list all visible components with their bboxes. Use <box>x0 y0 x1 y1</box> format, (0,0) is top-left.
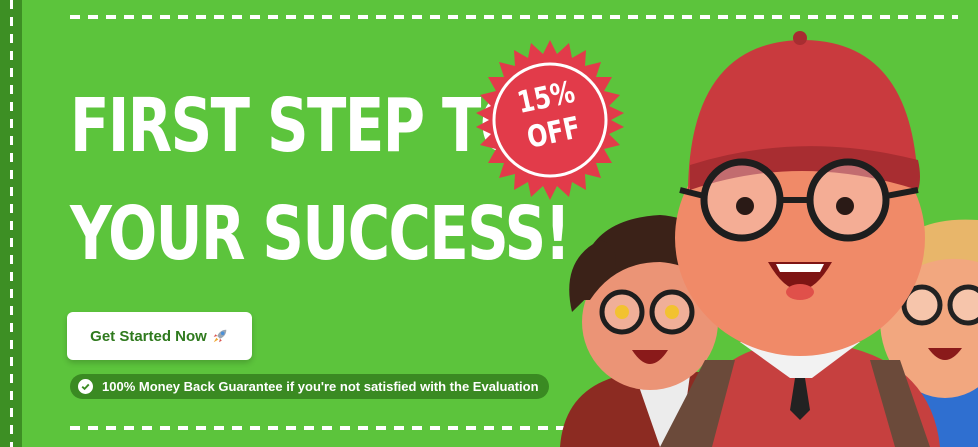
get-started-button[interactable]: Get Started Now <box>67 312 252 360</box>
money-back-guarantee: 100% Money Back Guarantee if you're not … <box>70 374 549 399</box>
guarantee-text: 100% Money Back Guarantee if you're not … <box>102 379 539 394</box>
check-circle-icon <box>78 379 93 394</box>
promo-banner: FIRST STEP TO YOUR SUCCESS! 15% OFF Get … <box>0 0 978 447</box>
rocket-icon <box>213 329 227 343</box>
get-started-label: Get Started Now <box>90 327 207 345</box>
character-main <box>660 31 940 447</box>
